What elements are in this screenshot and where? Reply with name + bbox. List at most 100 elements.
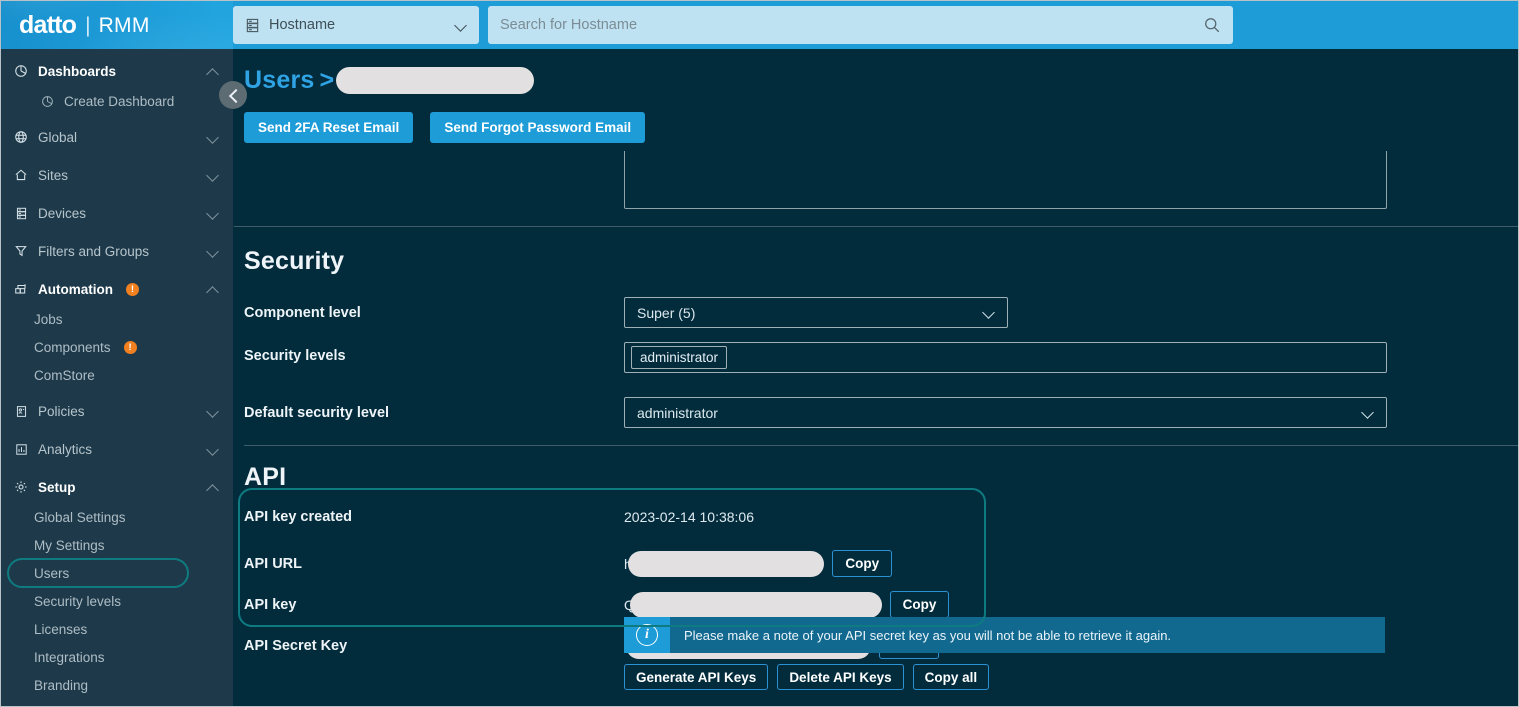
sidebar-item-licenses[interactable]: Licenses: [1, 615, 233, 643]
chevron-down-icon: [1363, 407, 1374, 418]
api-key-created-label: API key created: [244, 509, 624, 525]
chevron-up-icon: [208, 284, 219, 295]
copy-all-button[interactable]: Copy all: [913, 664, 990, 690]
chevron-down-icon: [208, 406, 219, 417]
globe-icon: [13, 129, 29, 145]
copy-api-key-button[interactable]: Copy: [890, 591, 950, 618]
api-actions-toolbar: Generate API Keys Delete API Keys Copy a…: [624, 664, 989, 690]
sidebar-item-label: Users: [34, 566, 219, 581]
brand-logo[interactable]: datto | RMM: [1, 1, 233, 49]
hostname-filter-dropdown[interactable]: Hostname: [233, 6, 479, 44]
hostname-filter-label: Hostname: [269, 17, 447, 33]
chevron-left-icon: [229, 91, 238, 100]
sidebar-item-sites[interactable]: Sites: [1, 159, 233, 191]
sidebar-item-integrations[interactable]: Integrations: [1, 643, 233, 671]
component-level-dropdown[interactable]: Super (5): [624, 297, 1008, 328]
info-glyph: i: [636, 624, 658, 646]
send-forgot-password-email-button[interactable]: Send Forgot Password Email: [430, 112, 645, 143]
sidebar-item-my-settings[interactable]: My Settings: [1, 531, 233, 559]
sidebar-item-label: Security levels: [34, 594, 219, 609]
default-security-level-dropdown[interactable]: administrator: [624, 397, 1387, 428]
server-stack-icon: [13, 205, 29, 221]
sidebar-item-jobs[interactable]: Jobs: [1, 305, 233, 333]
sidebar-item-comstore[interactable]: ComStore: [1, 361, 233, 389]
sidebar-item-credentials[interactable]: Credentials: [1, 699, 233, 707]
delete-api-keys-button[interactable]: Delete API Keys: [777, 664, 903, 690]
pie-chart-icon: [13, 63, 29, 79]
sidebar-item-label: Create Dashboard: [64, 94, 219, 109]
sidebar-item-label: Sites: [38, 168, 199, 183]
sidebar-item-automation[interactable]: Automation !: [1, 273, 233, 305]
sidebar-item-label: Licenses: [34, 622, 219, 637]
chevron-down-icon: [208, 208, 219, 219]
copy-api-url-button[interactable]: Copy: [832, 550, 892, 577]
sidebar-item-label: Integrations: [34, 650, 219, 665]
sidebar-item-filters-and-groups[interactable]: Filters and Groups: [1, 235, 233, 267]
sidebar-collapse-button[interactable]: [219, 81, 247, 109]
chevron-down-icon: [456, 20, 467, 31]
default-security-level-row: Default security level administrator: [244, 397, 1518, 428]
security-level-chip[interactable]: administrator: [631, 346, 727, 369]
chevron-down-icon: [208, 444, 219, 455]
api-secret-key-label: API Secret Key: [244, 638, 624, 654]
global-search[interactable]: [488, 6, 1233, 44]
brand-product: RMM: [99, 15, 150, 36]
sidebar-item-components[interactable]: Components !: [1, 333, 233, 361]
api-url-label: API URL: [244, 556, 624, 572]
breadcrumb-separator: >: [320, 66, 335, 95]
send-2fa-reset-email-button[interactable]: Send 2FA Reset Email: [244, 112, 413, 143]
api-url-row: API URL http Copy: [244, 550, 1518, 577]
sidebar-item-label: Components: [34, 340, 111, 355]
sidebar-item-devices[interactable]: Devices: [1, 197, 233, 229]
server-stack-icon: [245, 18, 260, 33]
security-levels-row: Security levels administrator: [244, 342, 1518, 373]
sidebar-item-global[interactable]: Global: [1, 121, 233, 153]
sidebar-item-label: Analytics: [38, 442, 199, 457]
sidebar-item-users[interactable]: Users: [1, 559, 233, 587]
automation-icon: [13, 281, 29, 297]
sidebar-item-label: Devices: [38, 206, 199, 221]
sidebar-item-dashboards[interactable]: Dashboards: [1, 55, 233, 87]
sidebar-item-label: Global Settings: [34, 510, 219, 525]
api-key-redacted-value: [630, 592, 882, 618]
sidebar-item-label: Global: [38, 130, 199, 145]
cut-off-field-above[interactable]: [624, 151, 1387, 209]
api-section-heading: API: [244, 463, 286, 492]
generate-api-keys-button[interactable]: Generate API Keys: [624, 664, 768, 690]
section-divider: [234, 226, 1518, 227]
section-divider: [244, 445, 1518, 446]
default-security-level-label: Default security level: [244, 405, 624, 421]
sidebar-item-label: Jobs: [34, 312, 219, 327]
sidebar-item-policies[interactable]: Policies: [1, 395, 233, 427]
api-key-row: API key Q4O Copy: [244, 591, 1518, 618]
api-url-redacted-value: [628, 551, 824, 577]
alert-badge: !: [124, 341, 137, 354]
search-icon[interactable]: [1203, 16, 1221, 34]
sidebar-navigation: Dashboards Create Dashboard Global: [1, 49, 233, 707]
sidebar-item-create-dashboard[interactable]: Create Dashboard: [1, 87, 233, 115]
api-secret-notice-banner: i Please make a note of your API secret …: [624, 617, 1385, 653]
sidebar-item-setup[interactable]: Setup: [1, 471, 233, 503]
sidebar-item-label: Policies: [38, 404, 199, 419]
sidebar-item-security-levels[interactable]: Security levels: [1, 587, 233, 615]
security-levels-field[interactable]: administrator: [624, 342, 1387, 373]
home-icon: [13, 167, 29, 183]
policy-icon: [13, 403, 29, 419]
breadcrumb-link-users[interactable]: Users: [244, 66, 315, 95]
security-section-heading: Security: [244, 247, 344, 276]
api-key-created-row: API key created 2023-02-14 10:38:06: [244, 509, 1518, 525]
sidebar-item-global-settings[interactable]: Global Settings: [1, 503, 233, 531]
user-actions-toolbar: Send 2FA Reset Email Send Forgot Passwor…: [244, 112, 1518, 143]
default-security-level-value: administrator: [637, 405, 1363, 421]
chevron-down-icon: [984, 307, 995, 318]
sidebar-item-analytics[interactable]: Analytics: [1, 433, 233, 465]
api-key-created-value: 2023-02-14 10:38:06: [624, 509, 754, 525]
gear-icon: [13, 479, 29, 495]
breadcrumb-current-redacted: [336, 67, 534, 94]
sidebar-item-branding[interactable]: Branding: [1, 671, 233, 699]
sidebar-item-label: ComStore: [34, 368, 219, 383]
chevron-down-icon: [208, 170, 219, 181]
search-input[interactable]: [500, 17, 1203, 33]
sidebar-item-label: My Settings: [34, 538, 219, 553]
datto-rmm-window: datto | RMM Hostname: [0, 0, 1519, 707]
